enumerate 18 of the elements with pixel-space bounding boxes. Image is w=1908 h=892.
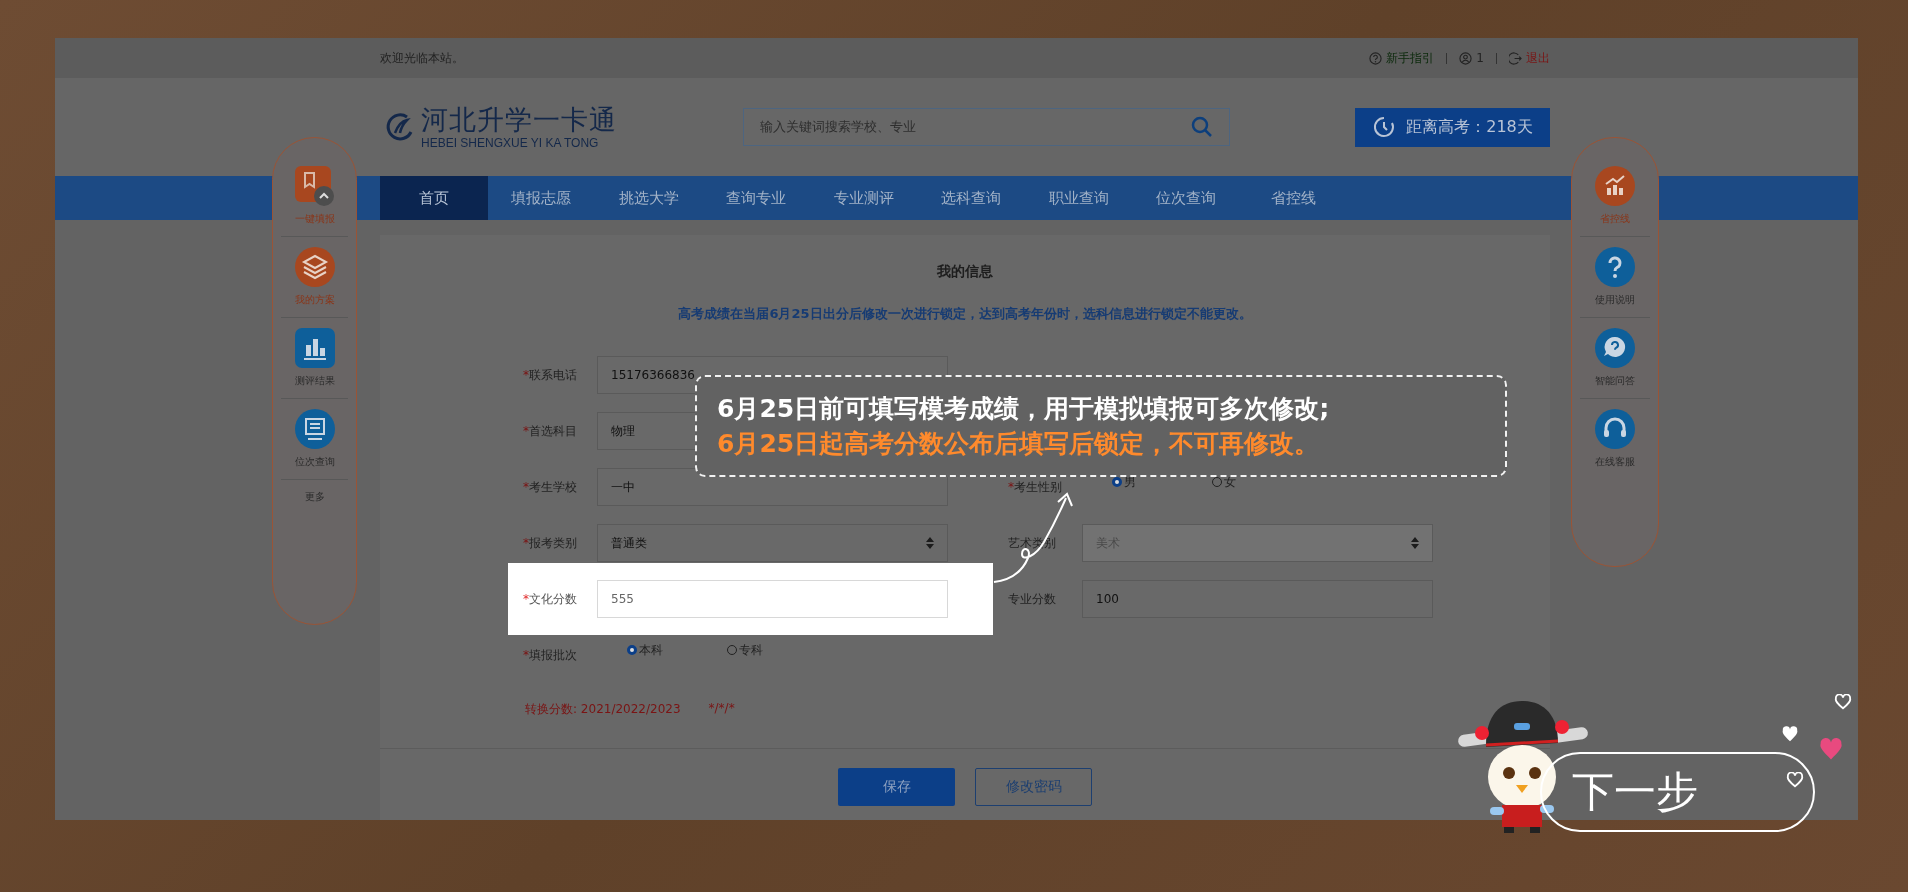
field-label: 专业分数 — [1008, 590, 1057, 608]
field-label: *考生学校 — [523, 478, 578, 496]
field-label: *文化分数 — [523, 590, 578, 608]
notice-text: 高考成绩在当届6月25日出分后修改一次进行锁定，达到高考年份时，选科信息进行锁定不能更改。 — [678, 305, 1252, 323]
field-label: 艺术类别 — [1008, 534, 1057, 552]
field-label: *报考类别 — [523, 534, 578, 552]
logo-title: 河北升学一卡通 — [421, 104, 617, 136]
tooltip-text: 6月25日前可填写模考成绩，用于模拟填报可多次修改; — [717, 393, 1331, 425]
field-label: *填报批次 — [523, 646, 578, 664]
form-title: 我的信息 — [937, 263, 993, 281]
field-label: *联系电话 — [523, 366, 578, 384]
field-label: *首选科目 — [523, 422, 578, 440]
conversion-label: 转换分数: 2021/2022/2023 — [525, 701, 681, 718]
countdown-badge: 距离高考：218天 — [1355, 107, 1550, 147]
tooltip-warning-text: 6月25日起高考分数公布后填写后锁定，不可再修改。 — [717, 428, 1321, 460]
field-label: *考生性别 — [1008, 478, 1063, 496]
logo-subtitle: HEBEI SHENGXUE YI KA TONG — [421, 136, 600, 150]
conversion-value: */*/* — [708, 701, 735, 717]
